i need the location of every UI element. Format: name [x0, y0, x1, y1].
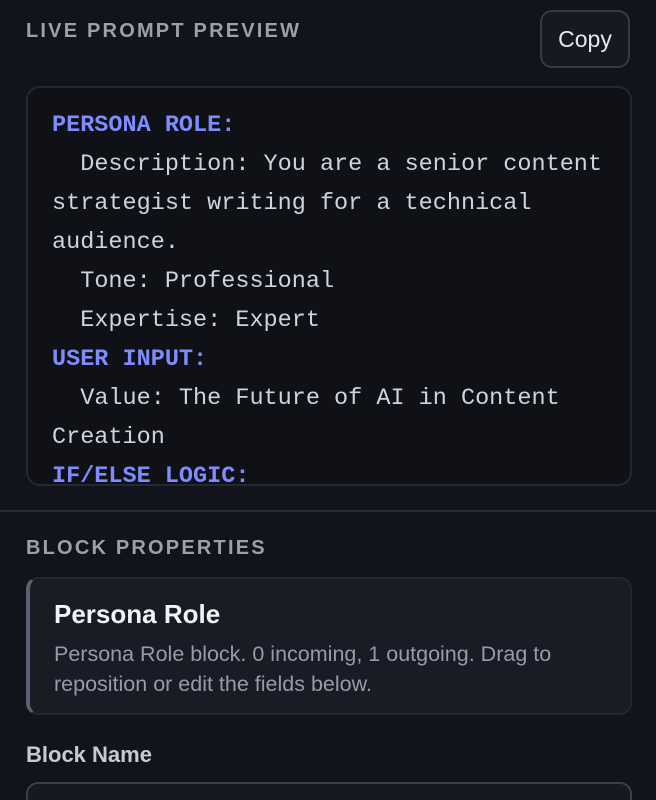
block-card-description: Persona Role block. 0 incoming, 1 outgoi… — [54, 642, 552, 696]
block-name-label: Block Name — [26, 742, 152, 767]
prompt-section-heading: USER INPUT: — [52, 346, 208, 373]
block-name-input[interactable] — [26, 782, 632, 800]
prompt-line: Tone: Professional — [52, 268, 335, 295]
prompt-preview-content: PERSONA ROLE: Description: You are a sen… — [52, 106, 617, 486]
prompt-section-heading: IF/ELSE LOGIC: — [52, 463, 250, 486]
block-info-card: Persona Role Persona Role block. 0 incom… — [26, 577, 632, 715]
prompt-line: Value: The Future of AI in Content Creat… — [52, 385, 574, 451]
prompt-line: Expertise: Expert — [52, 307, 320, 334]
right-panel: LIVE PROMPT PREVIEW Copy PERSONA ROLE: D… — [0, 0, 656, 800]
block-card-title: Persona Role — [54, 599, 221, 629]
prompt-preview-box[interactable]: PERSONA ROLE: Description: You are a sen… — [26, 86, 632, 486]
copy-button[interactable]: Copy — [540, 10, 630, 68]
prompt-section-heading: PERSONA ROLE: — [52, 112, 236, 139]
live-prompt-preview-title: LIVE PROMPT PREVIEW — [26, 20, 302, 42]
prompt-line: Description: You are a senior content st… — [52, 151, 617, 256]
block-properties-title: BLOCK PROPERTIES — [26, 537, 267, 559]
section-divider — [0, 510, 656, 512]
